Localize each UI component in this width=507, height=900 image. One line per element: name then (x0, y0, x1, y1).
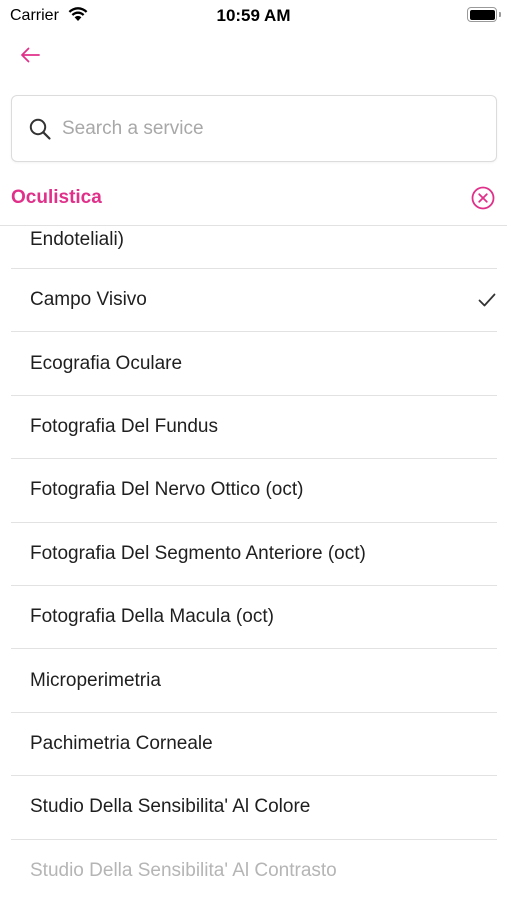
list-item-label: Fotografia Del Fundus (30, 415, 218, 437)
category-header: Oculistica (0, 178, 507, 218)
list-item-label: Endoteliali) (30, 229, 124, 250)
service-list: Endoteliali) Campo Visivo Ecografia Ocular… (11, 226, 497, 900)
list-item-label: Fotografia Del Segmento Anteriore (oct) (30, 542, 366, 564)
list-item[interactable]: Studio Della Sensibilita' Al Colore (11, 776, 497, 840)
search-box[interactable] (11, 95, 497, 162)
back-button[interactable] (14, 40, 46, 70)
list-item[interactable]: Fotografia Del Fundus (11, 396, 497, 460)
search-input[interactable] (62, 96, 482, 161)
status-bar: Carrier 10:59 AM (0, 0, 507, 32)
category-title: Oculistica (11, 187, 102, 208)
clear-category-button[interactable] (469, 184, 497, 212)
search-icon (29, 118, 51, 140)
circle-x-icon (471, 186, 495, 210)
list-item-label: Campo Visivo (30, 289, 147, 311)
checkmark-icon (478, 293, 496, 307)
list-item[interactable]: Campo Visivo (11, 269, 497, 333)
list-item[interactable]: Fotografia Della Macula (oct) (11, 586, 497, 650)
battery-tip (499, 12, 501, 17)
list-item[interactable]: Pachimetria Corneale (11, 713, 497, 777)
list-item-label: Fotografia Del Nervo Ottico (oct) (30, 479, 304, 501)
status-time: 10:59 AM (216, 6, 291, 25)
list-item[interactable]: Ecografia Oculare (11, 332, 497, 396)
list-item-label: Microperimetria (30, 669, 161, 691)
list-item[interactable]: Fotografia Del Nervo Ottico (oct) (11, 459, 497, 523)
list-item[interactable]: Microperimetria (11, 649, 497, 713)
list-item[interactable]: Endoteliali) (11, 226, 497, 269)
battery-icon (467, 7, 497, 22)
list-item-label: Ecografia Oculare (30, 352, 183, 374)
list-item[interactable]: Studio Della Sensibilita' Al Contrasto (11, 840, 497, 900)
list-item-label: Studio Della Sensibilita' Al Contrasto (30, 860, 337, 882)
list-item-label: Pachimetria Corneale (30, 732, 213, 754)
arrow-left-icon (21, 47, 40, 63)
list-item[interactable]: Fotografia Del Segmento Anteriore (oct) (11, 523, 497, 586)
list-item-label: Studio Della Sensibilita' Al Colore (30, 796, 311, 818)
list-item-label: Fotografia Della Macula (oct) (30, 606, 274, 628)
